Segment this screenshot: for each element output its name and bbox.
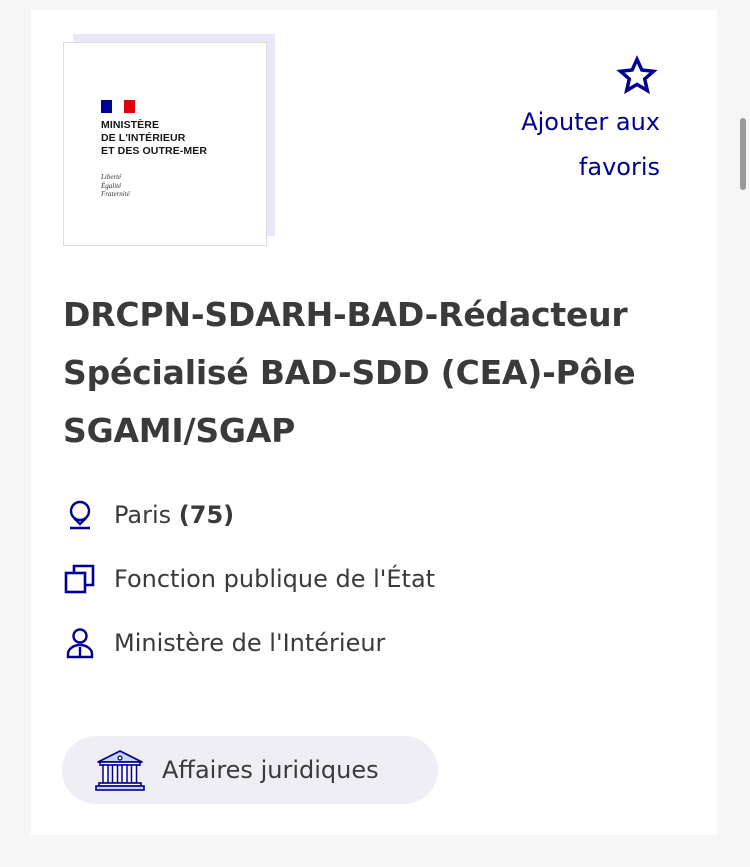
user-icon xyxy=(63,626,97,660)
job-title-line: DRCPN-SDARH-BAD-Rédacteur xyxy=(63,295,628,334)
category-tag[interactable]: Affaires juridiques xyxy=(62,736,438,804)
job-title-line: SGAMI/SGAP xyxy=(63,411,296,450)
institution-building-icon xyxy=(95,750,145,791)
ministry-logo: MINISTÈRE DE L'INTÉRIEUR ET DES OUTRE-ME… xyxy=(63,34,277,248)
location-city: Paris xyxy=(114,501,172,529)
location-text: Paris (75) xyxy=(114,501,234,529)
sector-row: Fonction publique de l'État xyxy=(63,547,435,611)
flag-mark xyxy=(101,100,135,113)
logo-motto-line: Égalité xyxy=(101,181,122,190)
copy-stack-icon xyxy=(63,562,97,596)
logo-motto: Liberté Égalité Fraternité xyxy=(101,173,130,199)
sector-text: Fonction publique de l'État xyxy=(114,565,436,593)
employer-text: Ministère de l'Intérieur xyxy=(114,629,386,657)
job-title-line: Spécialisé BAD-SDD (CEA)-Pôle xyxy=(63,353,636,392)
flag-blue xyxy=(101,100,113,113)
employer-row: Ministère de l'Intérieur xyxy=(63,611,435,675)
logo-name-line: ET DES OUTRE-MER xyxy=(101,145,208,157)
logo-motto-line: Liberté xyxy=(101,173,122,181)
location-pin-icon xyxy=(63,498,97,532)
job-meta-list: Paris (75) Fonction publique de l'État M… xyxy=(63,483,435,675)
category-tag-label[interactable]: Affaires juridiques xyxy=(162,756,379,784)
logo-name-line: MINISTÈRE xyxy=(101,119,160,131)
scrollbar[interactable] xyxy=(740,118,746,190)
logo-motto-line: Fraternité xyxy=(101,190,130,198)
add-to-favorites-button[interactable]: Ajouter aux favoris xyxy=(460,55,660,191)
favorites-label-line2[interactable]: favoris xyxy=(460,144,660,191)
star-icon[interactable] xyxy=(614,55,660,97)
location-row: Paris (75) xyxy=(63,483,435,547)
location-code: (75) xyxy=(178,501,235,529)
favorites-label-line1[interactable]: Ajouter aux xyxy=(460,99,660,146)
job-offer-card[interactable]: MINISTÈRE DE L'INTÉRIEUR ET DES OUTRE-ME… xyxy=(31,10,717,835)
logo-name-line: DE L'INTÉRIEUR xyxy=(101,132,186,144)
flag-white xyxy=(112,100,124,113)
flag-red xyxy=(123,100,135,113)
logo-box: MINISTÈRE DE L'INTÉRIEUR ET DES OUTRE-ME… xyxy=(63,42,267,246)
job-title[interactable]: DRCPN-SDARH-BAD-Rédacteur Spécialisé BAD… xyxy=(63,286,703,460)
logo-ministry-name: MINISTÈRE DE L'INTÉRIEUR ET DES OUTRE-ME… xyxy=(101,119,207,158)
